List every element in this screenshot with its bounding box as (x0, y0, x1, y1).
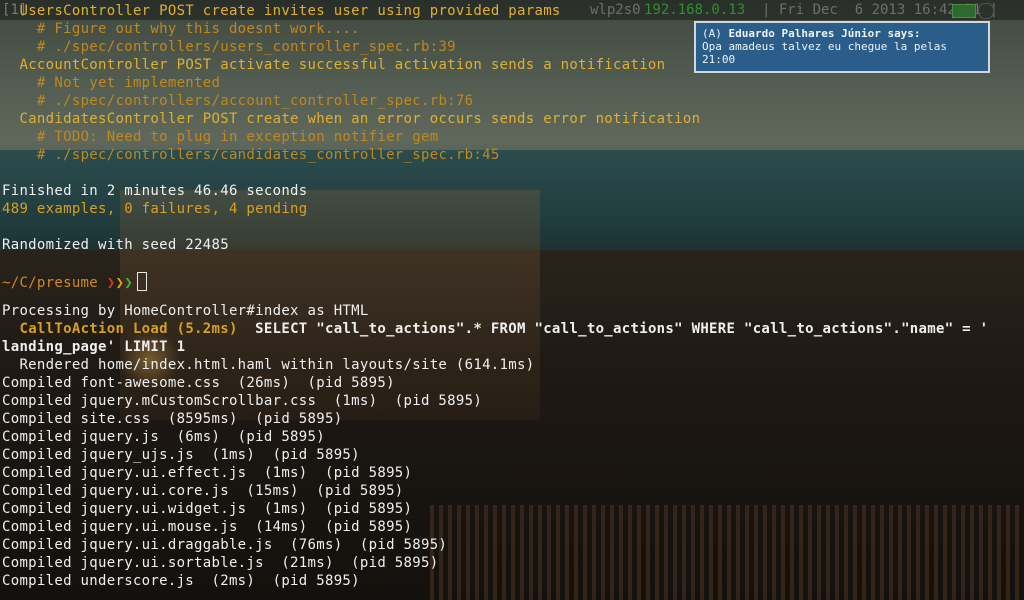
compiled-line: Compiled font-awesome.css (26ms) (pid 58… (2, 375, 395, 391)
notification-sender: Eduardo Palhares Júnior says: (728, 27, 921, 40)
pending-title-text: AccountController POST activate successf… (19, 57, 666, 73)
pending-title: CandidatesController POST create when an… (2, 110, 700, 128)
compiled-line: Compiled underscore.js (2ms) (pid 5895) (2, 573, 360, 589)
compiled-line: Compiled jquery.ui.mouse.js (14ms) (pid … (2, 519, 413, 535)
sql-line-cont: landing_page' LIMIT 1 (2, 339, 186, 355)
prompt-path: ~/C/presume (2, 275, 99, 291)
prompt-chevron: ❯ (115, 275, 125, 291)
pending-title: AccountController POST activate successf… (2, 56, 665, 74)
pending-location: # ./spec/controllers/users_controller_sp… (2, 38, 456, 56)
pending-note-text: # Figure out why this doesnt work.... (36, 21, 360, 37)
compiled-line: Compiled jquery_ujs.js (1ms) (pid 5895) (2, 447, 360, 463)
pending-title-text: UsersController POST create invites user… (19, 3, 561, 19)
terminal-cursor[interactable] (136, 272, 147, 291)
summary-line: 489 examples, 0 failures, 4 pending (2, 201, 308, 217)
compiled-line: Compiled site.css (8595ms) (pid 5895) (2, 411, 343, 427)
pending-note-text: # TODO: Need to plug in exception notifi… (36, 129, 439, 145)
prompt-chevron: ❯ (124, 275, 133, 291)
compiled-line: Compiled jquery.ui.effect.js (1ms) (pid … (2, 465, 413, 481)
pending-note: # Not yet implemented (2, 74, 220, 92)
pending-note: # Figure out why this doesnt work.... (2, 20, 360, 38)
finished-line: Finished in 2 minutes 46.46 seconds (2, 183, 308, 199)
compiled-line: Compiled jquery.ui.widget.js (1ms) (pid … (2, 501, 413, 517)
compiled-line: Compiled jquery.ui.core.js (15ms) (pid 5… (2, 483, 404, 499)
processing-line: Processing by HomeController#index as HT… (2, 303, 369, 319)
notification-message: Opa amadeus talvez eu chegue la pelas (702, 40, 948, 53)
pending-note-text: # Not yet implemented (36, 75, 221, 91)
pending-title-text: CandidatesController POST create when an… (19, 111, 701, 127)
pending-location-text: # ./spec/controllers/users_controller_sp… (36, 39, 456, 55)
pending-location-text: # ./spec/controllers/candidates_controll… (36, 147, 500, 163)
notification-message-cont: 21:00 (702, 53, 736, 66)
pending-location: # ./spec/controllers/candidates_controll… (2, 146, 500, 164)
compiled-line: Compiled jquery.ui.draggable.js (76ms) (… (2, 537, 448, 553)
pending-location-text: # ./spec/controllers/account_controller_… (36, 93, 474, 109)
notification-header: (A) Eduardo Palhares Júnior says: (702, 27, 982, 40)
seed-line: Randomized with seed 22485 (2, 237, 229, 253)
prompt-chevron: ❯ (106, 275, 116, 291)
pending-location: # ./spec/controllers/account_controller_… (2, 92, 473, 110)
chat-notification[interactable]: (A) Eduardo Palhares Júnior says: Opa am… (694, 21, 990, 73)
sql-line: CallToAction Load (5.2ms) SELECT "call_t… (2, 320, 988, 338)
pending-title: UsersController POST create invites user… (2, 2, 561, 20)
rendered-line: Rendered home/index.html.haml within lay… (2, 357, 535, 373)
terminal-window[interactable]: UsersController POST create invites user… (0, 0, 1024, 600)
sql-tag: CallToAction Load (5.2ms) (19, 321, 238, 337)
shell-prompt: ~/C/presume ❯❯❯ (2, 272, 147, 291)
compiled-line: Compiled jquery.mCustomScrollbar.css (1m… (2, 393, 483, 409)
notification-prefix: (A) (702, 27, 722, 40)
compiled-line: Compiled jquery.js (6ms) (pid 5895) (2, 429, 325, 445)
compiled-line: Compiled jquery.ui.sortable.js (21ms) (p… (2, 555, 439, 571)
pending-note: # TODO: Need to plug in exception notifi… (2, 128, 438, 146)
sql-query: SELECT "call_to_actions".* FROM "call_to… (255, 321, 989, 337)
